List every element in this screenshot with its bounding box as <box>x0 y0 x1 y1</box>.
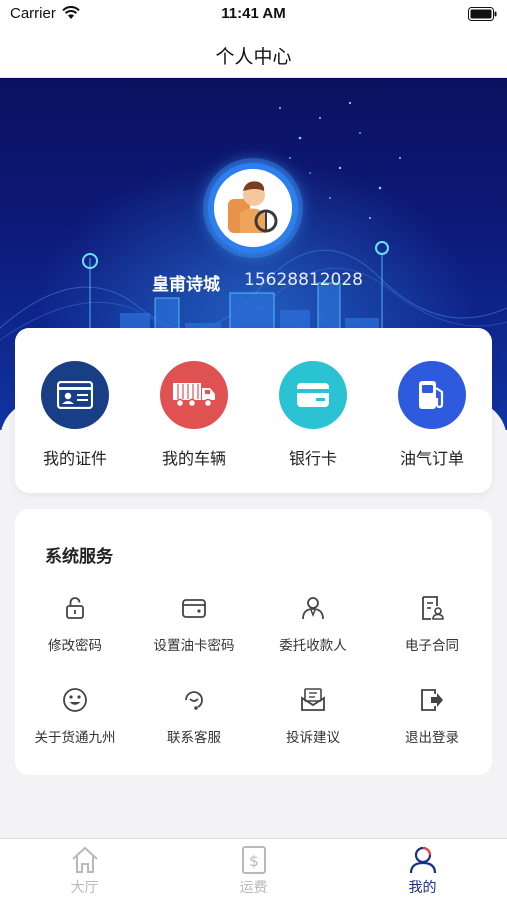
page-title: 个人中心 <box>215 46 292 68</box>
quick-icon-circle <box>279 361 347 429</box>
service-label: 委托收款人 <box>279 638 347 654</box>
tab-hall[interactable]: 大厅 <box>0 839 169 900</box>
feedback-icon <box>301 688 325 711</box>
service-change-password[interactable]: 修改密码 <box>15 595 135 675</box>
logout-icon <box>421 689 443 711</box>
wallet-icon <box>182 599 206 618</box>
tab-bar: 大厅 $ 运费 我的 <box>0 838 507 900</box>
service-e-contract[interactable]: 电子合同 <box>372 595 492 675</box>
quick-icon-circle <box>41 361 109 429</box>
quick-item-vehicles[interactable]: 我的车辆 <box>134 328 254 493</box>
service-label: 联系客服 <box>167 730 221 746</box>
status-bar: Carrier 11:41 AM <box>0 0 507 30</box>
status-time: 11:41 AM <box>221 5 286 22</box>
service-about[interactable]: 关于货通九州 <box>15 687 135 767</box>
smiley-icon <box>63 688 87 712</box>
lock-icon <box>66 597 84 619</box>
tab-label: 大厅 <box>70 880 99 896</box>
freight-icon: $ <box>242 846 266 874</box>
battery-icon <box>468 7 497 21</box>
tab-label: 我的 <box>408 880 437 896</box>
quick-label: 油气订单 <box>399 449 464 468</box>
navigation-bar: 个人中心 <box>0 30 507 78</box>
tab-label: 运费 <box>239 880 268 896</box>
driver-avatar-icon <box>214 169 292 247</box>
quick-item-bank-card[interactable]: 银行卡 <box>253 328 373 493</box>
service-payee[interactable]: 委托收款人 <box>253 595 373 675</box>
service-label: 退出登录 <box>405 730 459 746</box>
tab-mine[interactable]: 我的 <box>338 839 507 900</box>
service-label: 设置油卡密码 <box>153 638 235 654</box>
service-label: 投诉建议 <box>286 730 340 746</box>
service-fuel-card-password[interactable]: 设置油卡密码 <box>134 595 254 675</box>
quick-icon-circle <box>398 361 466 429</box>
fuel-pump-icon <box>419 381 444 409</box>
service-customer-support[interactable]: 联系客服 <box>134 687 254 767</box>
svg-text:$: $ <box>249 852 259 870</box>
person-icon <box>302 597 324 620</box>
profile-icon <box>409 846 437 874</box>
quick-item-fuel-orders[interactable]: 油气订单 <box>372 328 492 493</box>
bank-card-icon <box>297 383 329 407</box>
service-label: 关于货通九州 <box>34 730 116 746</box>
service-label: 电子合同 <box>405 638 459 654</box>
system-services-card: 系统服务 修改密码 设置油卡密码 委托收款人 电子合同 关于货通九州 联系客服 … <box>15 509 492 775</box>
user-name: 皇甫诗城 <box>152 275 220 295</box>
service-logout[interactable]: 退出登录 <box>372 687 492 767</box>
home-icon <box>72 846 98 873</box>
quick-label: 银行卡 <box>288 449 337 468</box>
headset-icon <box>185 691 203 710</box>
quick-icon-circle <box>160 361 228 429</box>
quick-label: 我的车辆 <box>161 449 226 468</box>
section-title: 系统服务 <box>45 547 113 567</box>
tab-freight[interactable]: $ 运费 <box>169 839 338 900</box>
service-label: 修改密码 <box>48 638 102 654</box>
quick-item-documents[interactable]: 我的证件 <box>15 328 135 493</box>
truck-icon <box>173 383 215 408</box>
service-feedback[interactable]: 投诉建议 <box>253 687 373 767</box>
avatar[interactable] <box>208 163 298 253</box>
quick-label: 我的证件 <box>42 449 107 468</box>
contract-icon <box>422 596 444 620</box>
user-phone: 15628812028 <box>244 270 363 290</box>
id-card-icon <box>57 381 93 409</box>
quick-actions-card: 我的证件 我的车辆 银行卡 油气订单 <box>15 328 492 493</box>
